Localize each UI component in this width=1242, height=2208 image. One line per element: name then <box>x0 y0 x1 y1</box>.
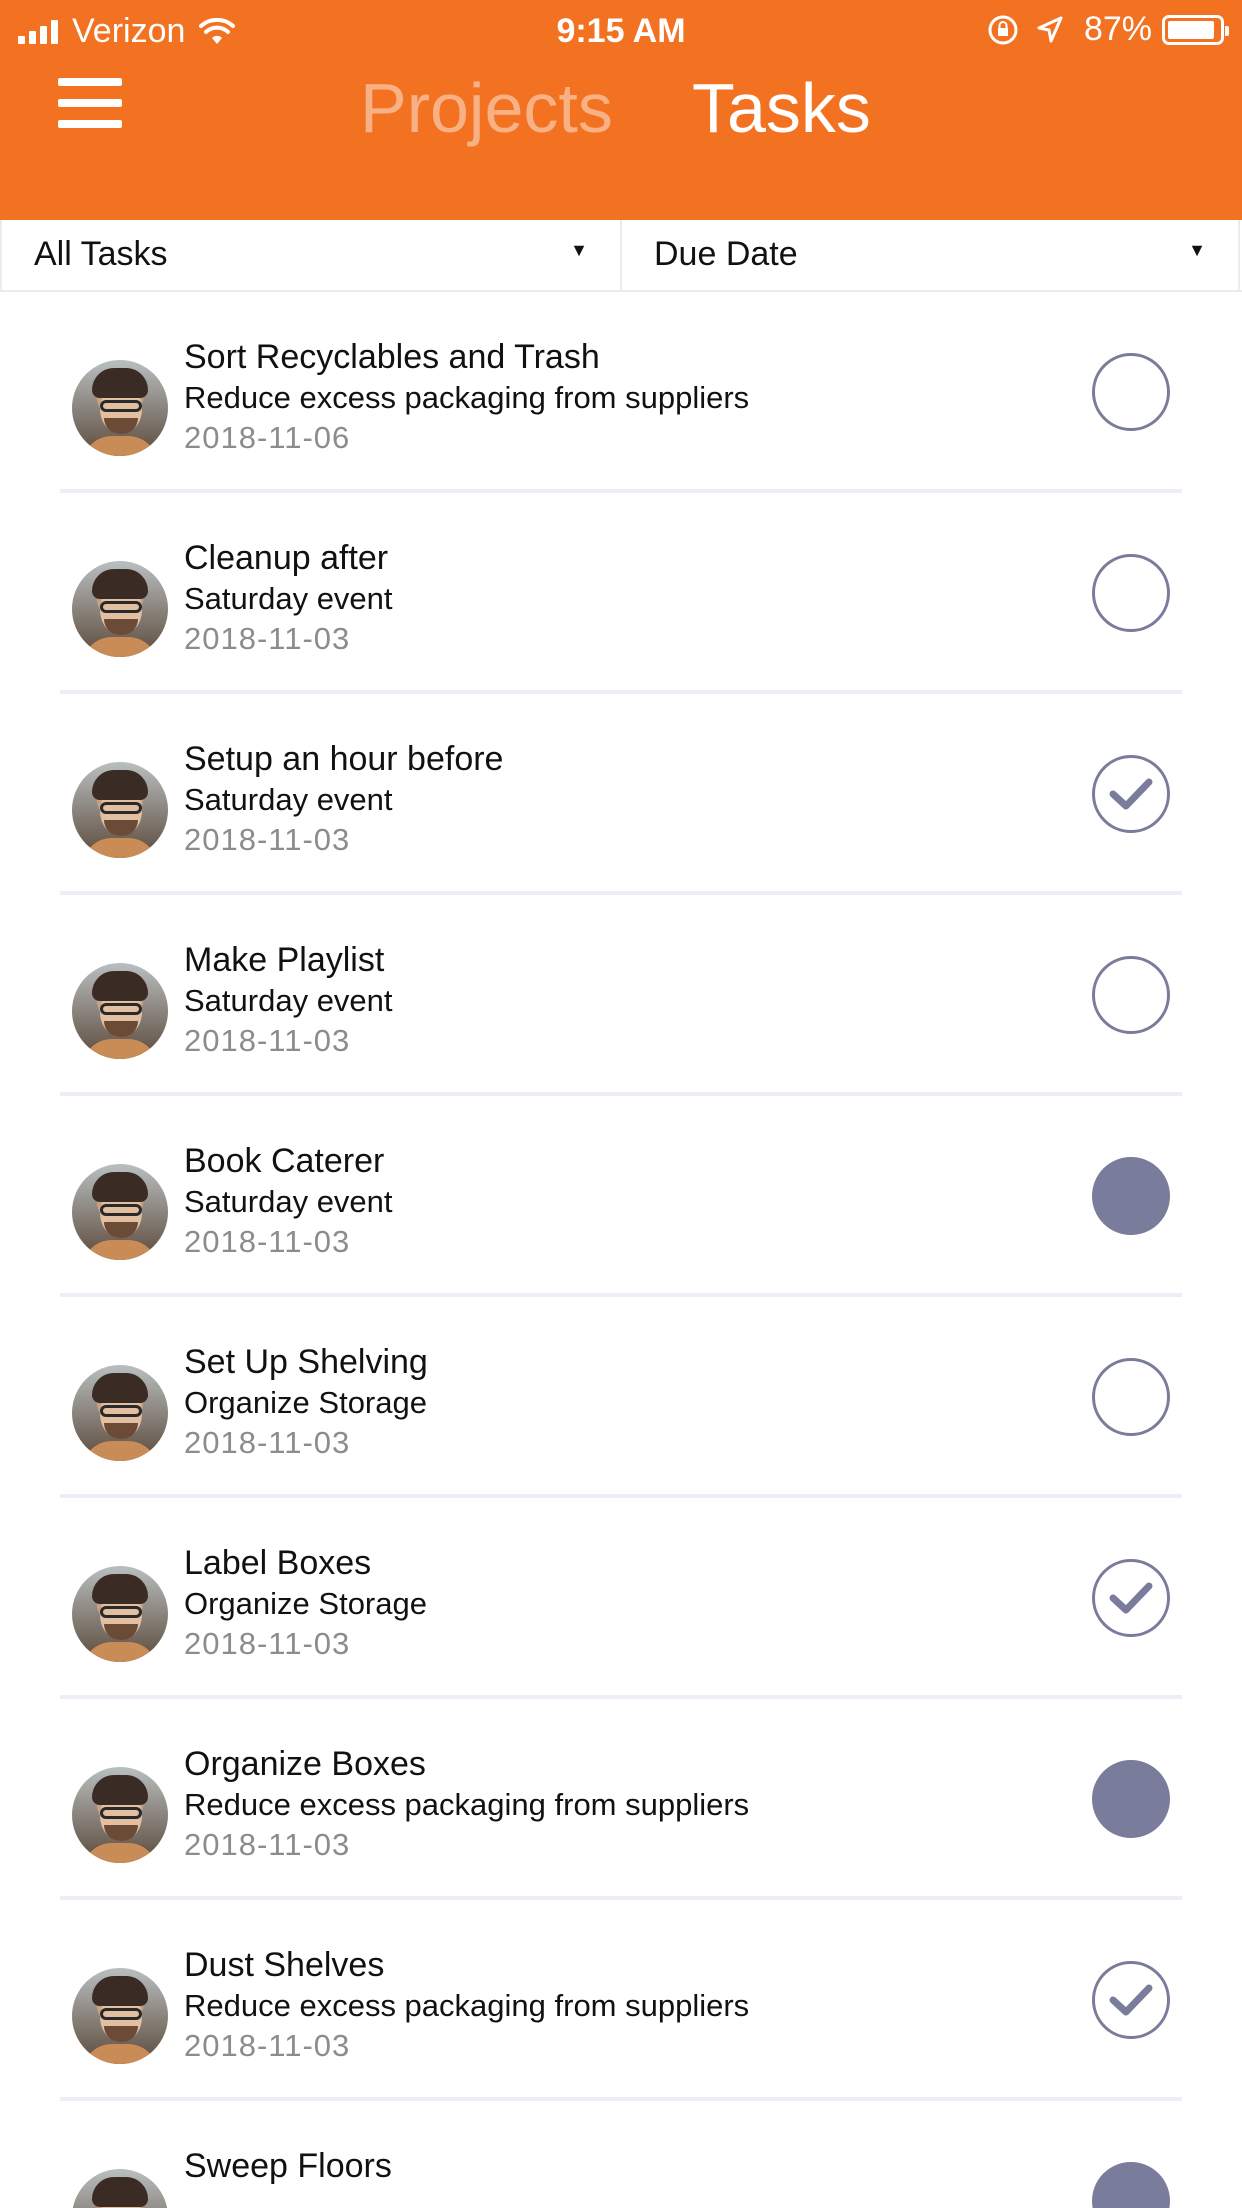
task-project: Organize Storage <box>184 1586 427 1621</box>
task-project: Saturday event <box>184 782 393 817</box>
task-status-filled-icon[interactable] <box>1092 1157 1170 1235</box>
avatar <box>72 360 168 456</box>
task-status-checkmark-icon[interactable] <box>1092 1961 1170 2039</box>
task-title: Sort Recyclables and Trash <box>184 338 600 376</box>
task-row[interactable]: Setup an hour before Saturday event 2018-1… <box>0 694 1242 895</box>
task-row[interactable]: Make Playlist Saturday event 2018-11-03 <box>0 895 1242 1096</box>
task-status-filled-icon[interactable] <box>1092 1760 1170 1838</box>
task-row[interactable]: Set Up Shelving Organize Storage 2018-11-0… <box>0 1297 1242 1498</box>
app-header: Verizon 9:15 AM 87% Projects Tasks <box>0 0 1242 220</box>
task-status-checkmark-icon[interactable] <box>1092 1559 1170 1637</box>
task-title: Label Boxes <box>184 1544 372 1582</box>
task-project: Saturday event <box>184 1184 393 1219</box>
task-title: Make Playlist <box>184 941 385 979</box>
task-row[interactable]: Label Boxes Organize Storage 2018-11-03 <box>0 1498 1242 1699</box>
task-due-date: 2018-11-03 <box>184 1827 351 1862</box>
avatar <box>72 1365 168 1461</box>
tab-tasks[interactable]: Tasks <box>692 68 871 148</box>
tab-projects[interactable]: Projects <box>360 68 613 148</box>
task-status-empty-icon[interactable] <box>1092 353 1170 431</box>
task-row[interactable]: Organize Boxes Reduce excess packaging fr… <box>0 1699 1242 1900</box>
nav-tabs: Projects Tasks <box>0 68 1242 148</box>
task-due-date: 2018-11-03 <box>184 621 351 656</box>
task-title: Book Caterer <box>184 1142 385 1180</box>
task-status-empty-icon[interactable] <box>1092 554 1170 632</box>
task-title: Set Up Shelving <box>184 1343 428 1381</box>
dropdown-caret-icon: ▼ <box>570 240 588 260</box>
task-project: Organize Storage <box>184 1385 427 1420</box>
task-due-date: 2018-11-03 <box>184 1425 351 1460</box>
avatar <box>72 1164 168 1260</box>
task-due-date: 2018-11-03 <box>184 1023 351 1058</box>
task-due-date: 2018-11-03 <box>184 2028 351 2063</box>
task-row[interactable]: Book Caterer Saturday event 2018-11-03 <box>0 1096 1242 1297</box>
task-project: Saturday event <box>184 983 393 1018</box>
avatar <box>72 1767 168 1863</box>
task-title: Organize Boxes <box>184 1745 426 1783</box>
task-status-checkmark-icon[interactable] <box>1092 755 1170 833</box>
avatar <box>72 2169 168 2208</box>
avatar <box>72 561 168 657</box>
task-due-date: 2018-11-06 <box>184 420 351 455</box>
location-icon <box>1037 16 1063 42</box>
task-row[interactable]: Sort Recyclables and Trash Reduce excess … <box>0 292 1242 493</box>
avatar <box>72 1566 168 1662</box>
sort-value: Due Date <box>654 235 798 273</box>
status-right: 87% <box>986 10 1229 49</box>
task-due-date: 2018-11-03 <box>184 822 351 857</box>
task-project: Reduce excess packaging from suppliers <box>184 1988 750 2023</box>
battery-percent: 87% <box>1083 10 1152 48</box>
avatar <box>72 762 168 858</box>
task-status-empty-icon[interactable] <box>1092 956 1170 1034</box>
task-status-filled-icon[interactable] <box>1092 2162 1170 2208</box>
task-scope-dropdown[interactable]: All Tasks ▼ <box>0 220 620 292</box>
task-row[interactable]: Dust Shelves Reduce excess packaging from… <box>0 1900 1242 2101</box>
task-due-date: 2018-11-03 <box>184 1626 351 1661</box>
task-title: Dust Shelves <box>184 1946 385 1984</box>
task-project: Reduce excess packaging from suppliers <box>184 1787 750 1822</box>
status-bar: Verizon 9:15 AM 87% <box>0 0 1242 60</box>
task-scope-value: All Tasks <box>34 235 168 273</box>
sort-dropdown[interactable]: Due Date ▼ <box>620 220 1240 292</box>
avatar <box>72 963 168 1059</box>
app: Verizon 9:15 AM 87% Projects Tasks All T… <box>0 0 1242 2208</box>
orientation-lock-icon <box>988 15 1018 44</box>
task-row[interactable]: Cleanup after Saturday event 2018-11-03 <box>0 493 1242 694</box>
task-project: Saturday event <box>184 581 393 616</box>
battery-icon <box>1162 14 1229 45</box>
task-row[interactable]: Sweep Floors <box>0 2101 1242 2208</box>
task-title: Sweep Floors <box>184 2147 392 2185</box>
filter-bar: All Tasks ▼ Due Date ▼ <box>0 220 1242 292</box>
task-title: Setup an hour before <box>184 740 504 778</box>
task-title: Cleanup after <box>184 539 389 577</box>
avatar <box>72 1968 168 2064</box>
task-status-empty-icon[interactable] <box>1092 1358 1170 1436</box>
dropdown-caret-icon: ▼ <box>1188 240 1206 260</box>
task-due-date: 2018-11-03 <box>184 1224 351 1259</box>
task-project: Reduce excess packaging from suppliers <box>184 380 750 415</box>
